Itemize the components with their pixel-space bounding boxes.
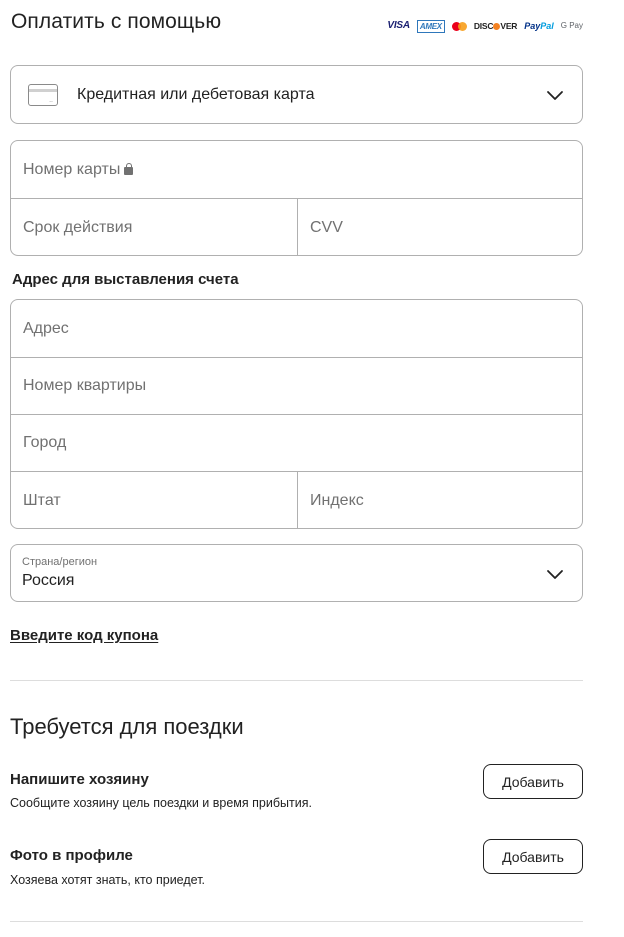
- address-placeholder: Адрес: [23, 319, 69, 337]
- profile-photo-subtitle: Хозяева хотят знать, кто приедет.: [10, 873, 206, 887]
- payment-title: Оплатить с помощью: [11, 10, 222, 33]
- billing-address-group: Адрес Номер квартиры Город Штат Индекс: [10, 299, 583, 529]
- state-placeholder: Штат: [23, 491, 61, 509]
- profile-photo-title: Фото в профиле: [10, 847, 133, 864]
- lock-icon: [124, 162, 134, 175]
- country-select[interactable]: Страна/регион Россия: [10, 544, 583, 602]
- payment-header: Оплатить с помощью VISA AMEX DISC VER Pay…: [11, 10, 583, 40]
- payment-brands: VISA AMEX DISC VER PayPal G Pay: [387, 18, 583, 34]
- visa-logo: VISA: [387, 20, 410, 31]
- discover-logo: DISC VER: [473, 21, 518, 31]
- section-divider: [10, 680, 583, 681]
- state-zip-row: Штат Индекс: [11, 471, 582, 529]
- apartment-field[interactable]: Номер квартиры: [11, 357, 582, 414]
- country-value: Россия: [22, 572, 75, 589]
- billing-address-title: Адрес для выставления счета: [12, 271, 239, 288]
- state-field[interactable]: Штат: [11, 472, 297, 529]
- credit-card-icon: [28, 84, 58, 106]
- cvv-field[interactable]: CVV: [297, 199, 582, 256]
- city-placeholder: Город: [23, 434, 67, 451]
- country-label: Страна/регион: [22, 556, 98, 568]
- coupon-link[interactable]: Введите код купона: [10, 627, 158, 644]
- add-message-button[interactable]: Добавить: [483, 764, 583, 799]
- google-pay-logo: G Pay: [560, 21, 583, 30]
- message-host-title: Напишите хозяину: [10, 771, 149, 788]
- expiry-placeholder: Срок действия: [23, 218, 133, 236]
- payment-method-select[interactable]: Кредитная или дебетовая карта: [10, 65, 583, 124]
- apartment-placeholder: Номер квартиры: [23, 377, 147, 394]
- zip-field[interactable]: Индекс: [297, 472, 582, 529]
- card-fields-group: Номер карты Срок действия CVV: [10, 140, 583, 256]
- expiry-field[interactable]: Срок действия: [11, 199, 297, 256]
- trip-requirements-title: Требуется для поездки: [10, 714, 244, 739]
- chevron-down-icon: [547, 91, 563, 100]
- chevron-down-icon: [547, 570, 563, 579]
- address-field[interactable]: Адрес: [11, 300, 582, 357]
- card-number-field[interactable]: Номер карты: [11, 141, 582, 198]
- cvv-placeholder: CVV: [310, 218, 343, 236]
- card-expiry-cvv-row: Срок действия CVV: [11, 198, 582, 256]
- zip-placeholder: Индекс: [310, 491, 364, 509]
- message-host-subtitle: Сообщите хозяину цель поездки и время пр…: [10, 796, 312, 810]
- add-photo-button[interactable]: Добавить: [483, 839, 583, 874]
- amex-logo: AMEX: [416, 19, 445, 33]
- payment-method-label: Кредитная или дебетовая карта: [77, 86, 315, 103]
- section-divider: [10, 921, 583, 922]
- card-number-placeholder: Номер карты: [23, 160, 121, 178]
- city-field[interactable]: Город: [11, 414, 582, 471]
- mastercard-logo: [451, 21, 467, 31]
- paypal-logo: PayPal: [524, 21, 554, 31]
